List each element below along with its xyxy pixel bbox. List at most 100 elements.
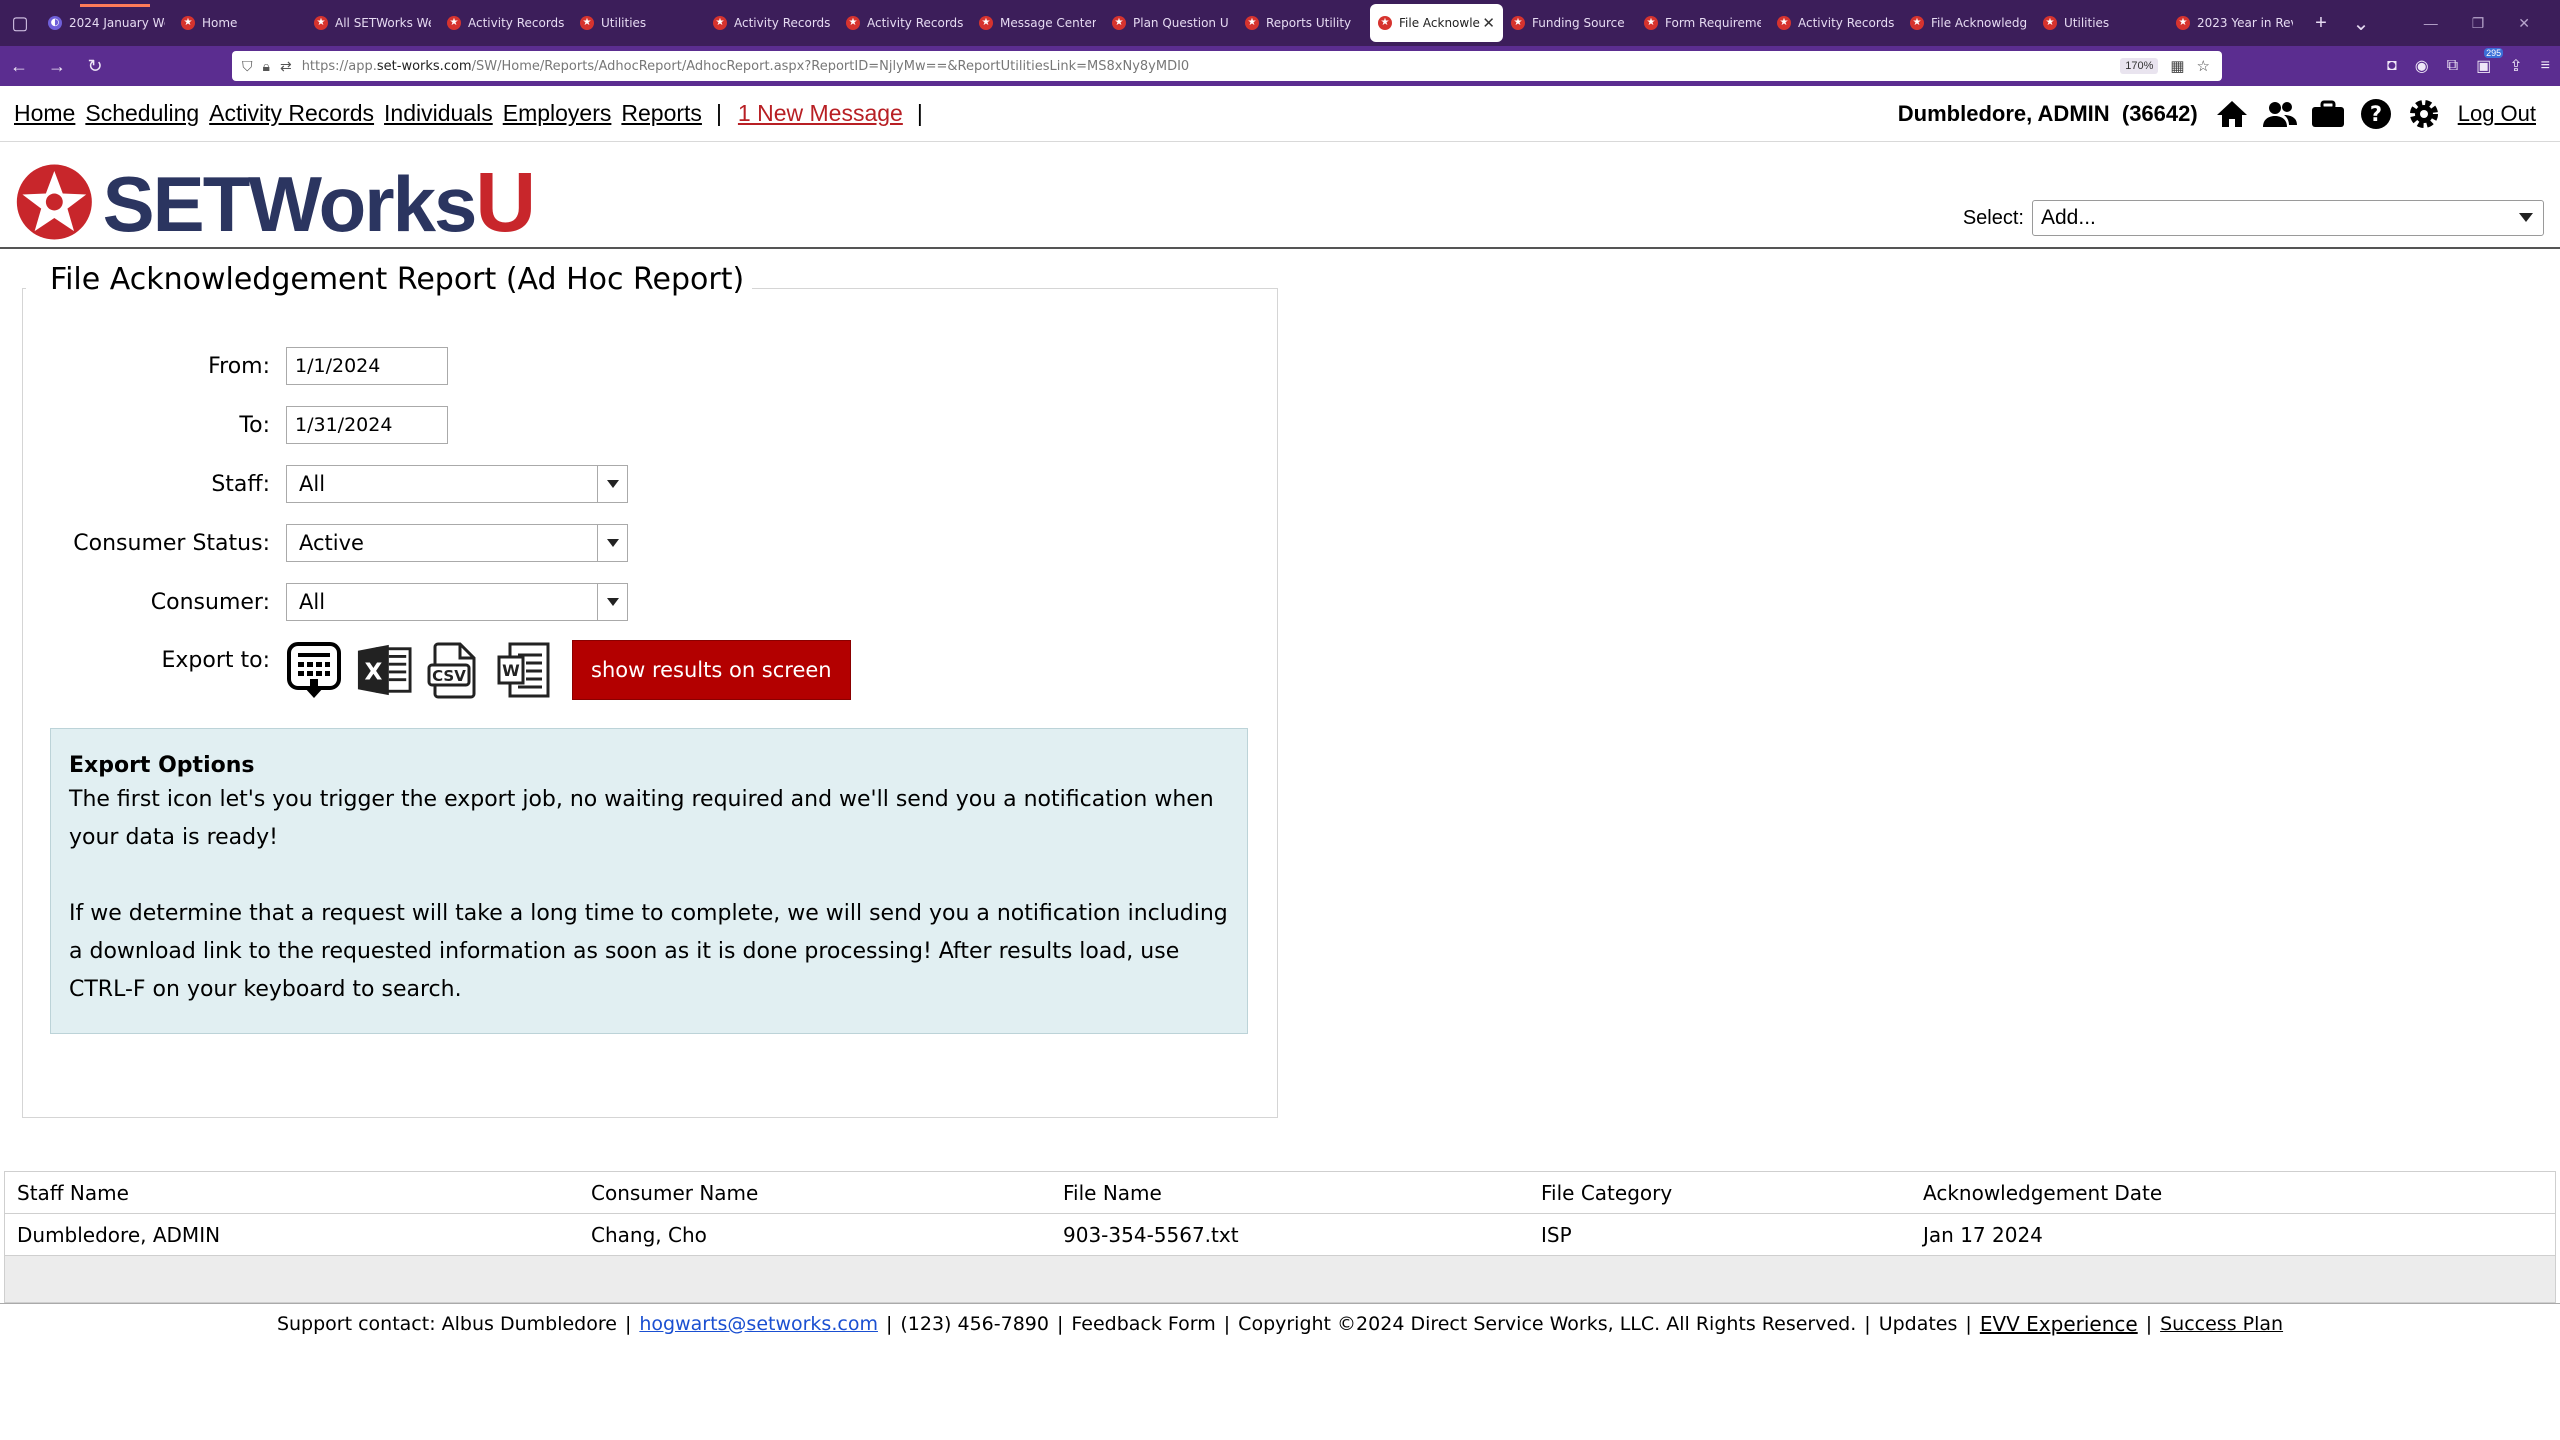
updates-link[interactable]: Updates [1879,1313,1958,1335]
word-icon[interactable]: W [496,641,552,699]
back-icon[interactable]: ← [0,56,38,77]
bookmark-star-icon[interactable]: ☆ [2197,57,2210,75]
zoom-level[interactable]: 170% [2120,58,2159,74]
browser-tab[interactable]: ★ Reports Utility [1237,4,1370,42]
permissions-icon[interactable]: ⇄ [280,58,292,75]
browser-tab[interactable]: ★ File Acknowle ✕ [1370,4,1503,42]
success-plan-link[interactable]: Success Plan [2160,1313,2283,1335]
extensions-icon[interactable]: ⧉ [2447,57,2458,75]
close-window-icon[interactable]: ✕ [2518,15,2530,32]
col-file-category[interactable]: File Category [1541,1172,1672,1214]
lock-icon[interactable]: 🔒︎ [263,58,270,75]
staff-dropdown[interactable]: All [286,465,628,503]
add-select[interactable]: Add... [2032,200,2544,236]
csv-icon[interactable]: CSV [426,641,482,699]
status-dropdown-arrow-icon[interactable] [597,525,627,561]
nav-individuals[interactable]: Individuals [384,100,493,127]
extension-badge-count: 295 [2484,48,2504,58]
consumer-dropdown[interactable]: All [286,583,628,621]
browser-tab[interactable]: ★ All SETWorks We [306,4,439,42]
from-date-input[interactable]: 1/1/2024 [286,347,448,385]
browser-tab[interactable]: ★ Activity Records [705,4,838,42]
col-ack-date[interactable]: Acknowledgement Date [1923,1172,2162,1214]
browser-tab[interactable]: ★ Utilities [572,4,705,42]
browser-tab[interactable]: ★ 2023 Year in Rev [2168,4,2301,42]
setworks-favicon-icon: ★ [846,16,860,30]
forward-icon[interactable]: → [38,56,76,77]
evv-experience-link[interactable]: EVV Experience [1980,1312,2138,1336]
browser-tab-label: Message Center [1000,16,1096,30]
shield-icon[interactable]: ⛉ [242,58,253,75]
tab-overview-icon[interactable]: ▢ [0,0,40,46]
consumer-dropdown-value: All [299,590,326,614]
browser-tab[interactable]: ★ Plan Question U [1104,4,1237,42]
browser-tab[interactable]: ★ Utilities [2035,4,2168,42]
nav-scheduling[interactable]: Scheduling [85,100,199,127]
restore-icon[interactable]: ❐ [2472,15,2485,32]
to-date-input[interactable]: 1/31/2024 [286,406,448,444]
browser-tab[interactable]: ★ Funding Source [1503,4,1636,42]
to-row: To: 1/31/2024 [30,406,448,444]
gear-icon[interactable] [2406,96,2442,132]
extension-badge-icon[interactable]: ▣ 295 [2476,48,2504,76]
nav-separator: | [715,100,722,126]
table-header: Staff Name Consumer Name File Name File … [5,1172,2555,1214]
svg-text:?: ? [2370,102,2382,126]
briefcase-icon[interactable] [2310,96,2346,132]
table-footer [5,1256,2555,1302]
logout-link[interactable]: Log Out [2458,101,2536,127]
col-file-name[interactable]: File Name [1063,1172,1162,1214]
logo-star-icon [16,164,92,240]
consumer-status-dropdown[interactable]: Active [286,524,628,562]
browser-tab-label: Funding Source [1532,16,1625,30]
page-footer: Support contact: Albus Dumbledore | hogw… [0,1303,2560,1343]
nav-employers[interactable]: Employers [503,100,612,127]
browser-tab[interactable]: ★ Form Requireme [1636,4,1769,42]
show-results-button[interactable]: show results on screen [572,640,851,700]
reload-icon[interactable]: ↻ [76,56,114,77]
account-icon[interactable]: ◉ [2415,56,2429,76]
browser-tab[interactable]: ★ File Acknowledg [1902,4,2035,42]
users-icon[interactable] [2262,96,2298,132]
new-tab-icon[interactable]: + [2301,12,2341,35]
feedback-form-link[interactable]: Feedback Form [1071,1313,1215,1335]
staff-label: Staff: [211,471,270,497]
excel-icon[interactable]: X [356,641,412,699]
share-icon[interactable]: ⇪ [2509,56,2522,76]
col-consumer-name[interactable]: Consumer Name [591,1172,758,1214]
url-text[interactable]: https://app.set-works.com/SW/Home/Report… [302,59,1190,74]
close-tab-icon[interactable]: ✕ [1482,14,1495,32]
qr-icon[interactable]: ▦ [2170,57,2184,75]
consumer-dropdown-arrow-icon[interactable] [597,584,627,620]
browser-tab[interactable]: ★ Activity Records [1769,4,1902,42]
browser-tab[interactable]: ★ Home [173,4,306,42]
new-message-link[interactable]: 1 New Message [738,100,903,127]
browser-tab[interactable]: ★ Activity Records [439,4,572,42]
help-icon[interactable]: ? [2358,96,2394,132]
browser-tab-label: File Acknowle [1399,16,1480,30]
tab-list-chevron-icon[interactable]: ⌄ [2341,11,2381,36]
col-staff-name[interactable]: Staff Name [17,1172,129,1214]
support-email-link[interactable]: hogwarts@setworks.com [639,1313,878,1335]
browser-tab[interactable]: ◐ 2024 January We [40,4,173,42]
select-label: Select: [1962,206,2024,229]
nav-reports[interactable]: Reports [621,100,702,127]
url-bar[interactable]: ⛉ 🔒︎ ⇄ https://app.set-works.com/SW/Home… [232,51,2222,81]
staff-dropdown-arrow-icon[interactable] [597,466,627,502]
minimize-icon[interactable]: — [2424,15,2438,32]
export-job-icon[interactable] [286,641,342,699]
menu-icon[interactable]: ≡ [2541,57,2550,75]
nav-home[interactable]: Home [14,100,75,127]
home-icon[interactable] [2214,96,2250,132]
firefox-favicon-icon: ◐ [48,16,62,30]
table-row[interactable]: Dumbledore, ADMIN Chang, Cho 903-354-556… [5,1214,2555,1256]
browser-nav-bar: ← → ↻ ⛉ 🔒︎ ⇄ https://app.set-works.com/S… [0,46,2560,86]
pocket-icon[interactable]: ◘ [2387,57,2397,75]
setworks-logo[interactable]: SETWorksU [14,154,536,250]
nav-activity-records[interactable]: Activity Records [209,100,374,127]
browser-tab[interactable]: ★ Activity Records [838,4,971,42]
select-add-bar: Select: Add... [1963,200,2544,236]
browser-tab-label: Plan Question U [1133,16,1229,30]
select-arrow-icon [2519,213,2533,222]
browser-tab[interactable]: ★ Message Center [971,4,1104,42]
